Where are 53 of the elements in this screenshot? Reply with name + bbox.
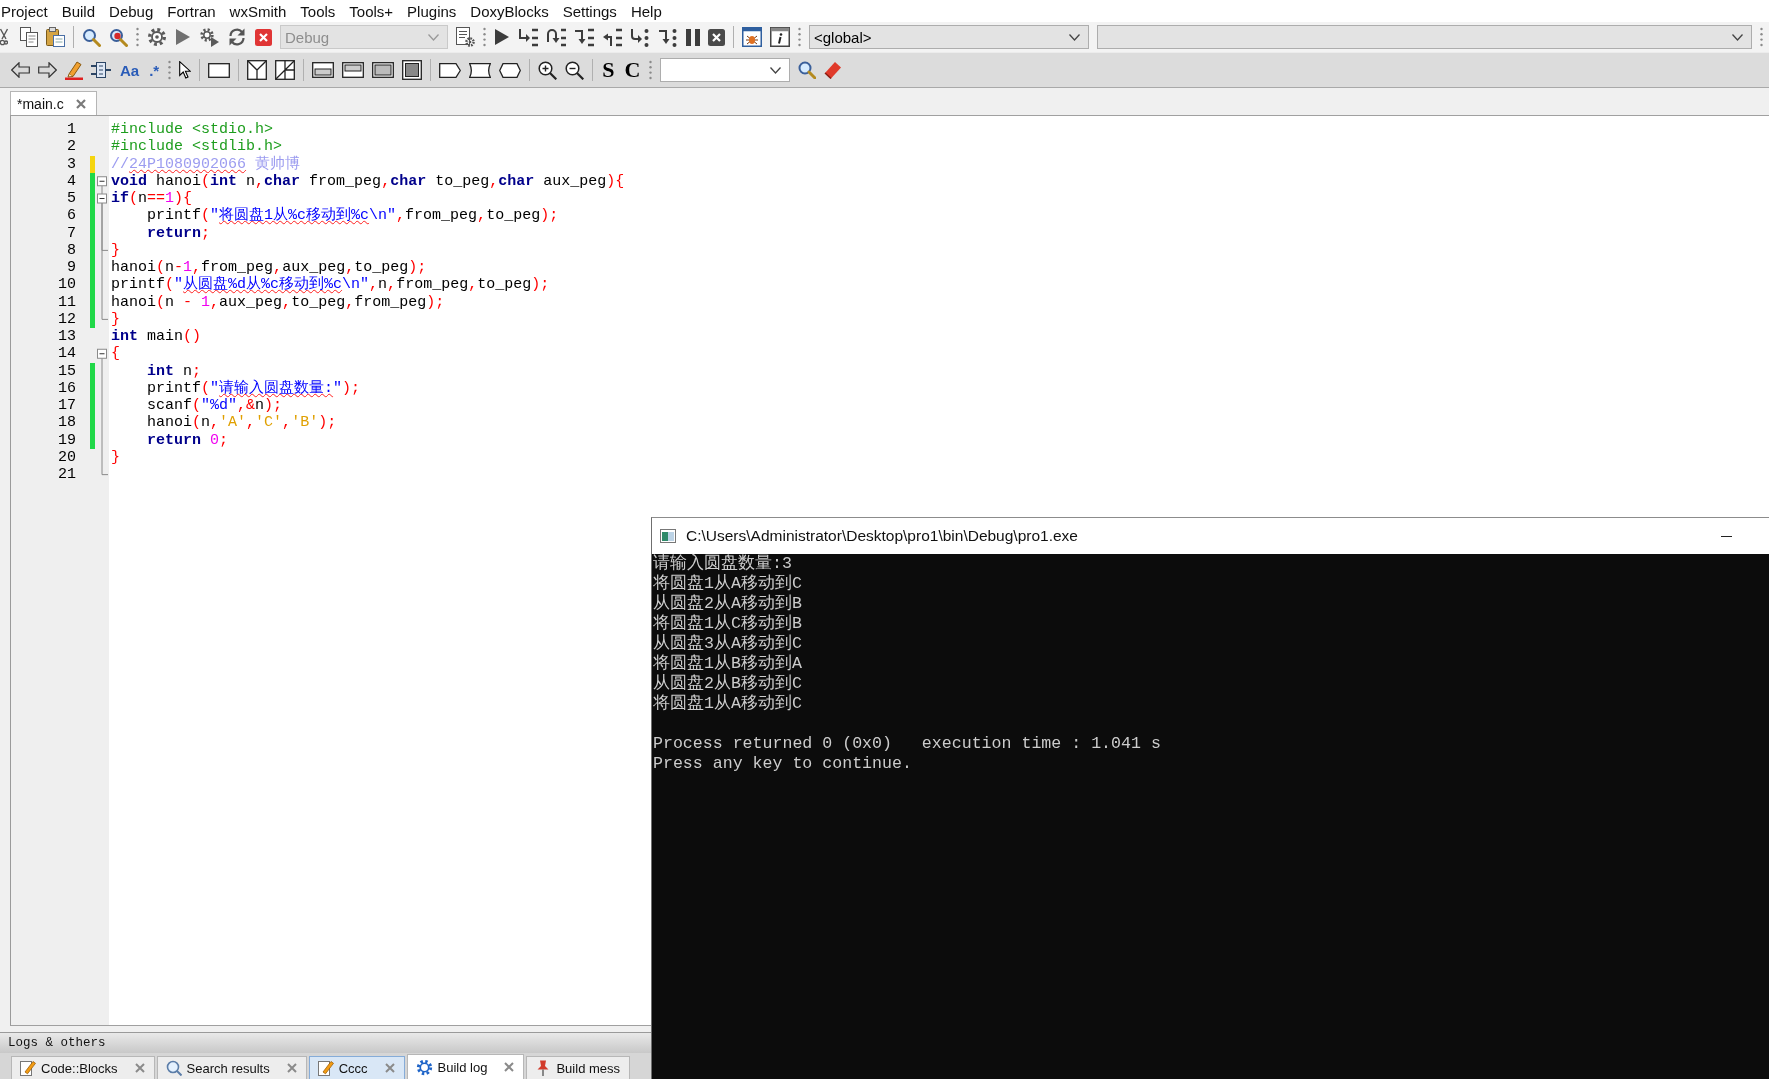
code-line: } — [111, 448, 120, 466]
code-line: return; — [146, 224, 211, 242]
code-line: scanf("%d",&n); — [146, 397, 283, 414]
console-line: 将圆盘1从A移动到C — [653, 574, 802, 594]
code-line: printf("将圆盘1从%c移动到%c\n",from_peg,to_peg); — [146, 207, 559, 225]
line-number: 3 — [67, 155, 76, 173]
line-number: 13 — [58, 328, 76, 345]
line-number: 20 — [58, 448, 76, 466]
console-line: Press any key to continue. — [653, 754, 912, 774]
console-line: 将圆盘1从A移动到C — [653, 694, 802, 714]
line-number: 7 — [67, 224, 76, 242]
console-line: 从圆盘2从B移动到C — [653, 674, 802, 694]
console-line: Process returned 0 (0x0) execution time : 1.041 s — [653, 734, 1161, 754]
line-number: 12 — [58, 310, 76, 328]
code-line: void hanoi(int n,char from_peg,char to_peg,char aux_peg){ — [111, 172, 625, 190]
line-number: 1 — [67, 121, 76, 138]
code-line: #include <stdio.h> — [111, 121, 274, 138]
window-title: C:\Users\Administrator\Desktop\pro1\bin\Debug\pro1.exe — [686, 527, 1078, 545]
code-line: #include <stdlib.h> — [111, 138, 283, 156]
line-number: 11 — [58, 293, 76, 311]
console-line: 从圆盘2从A移动到B — [653, 594, 802, 614]
line-number: 8 — [67, 241, 76, 259]
line-number: 2 — [67, 138, 76, 156]
line-number: 21 — [58, 466, 76, 483]
code-line: printf("请输入圆盘数量:"); — [146, 379, 361, 397]
code-line: { — [111, 345, 120, 363]
code-line: //24P1080902066 黄帅博 — [111, 155, 301, 173]
line-number: 15 — [58, 362, 76, 380]
code-line: } — [111, 310, 120, 328]
console-line: 将圆盘1从B移动到A — [653, 654, 802, 674]
code-line: hanoi(n,'A','C','B'); — [146, 414, 337, 432]
line-number: 19 — [58, 431, 76, 449]
line-number: 17 — [58, 397, 76, 414]
console-line: 请输入圆盘数量:3 — [653, 554, 792, 574]
line-number: 10 — [58, 276, 76, 294]
line-number: 9 — [67, 259, 76, 276]
line-number: 16 — [58, 379, 76, 397]
code-line: if(n==1){ — [111, 190, 193, 207]
line-number: 14 — [58, 345, 76, 363]
code-line: hanoi(n - 1,aux_peg,to_peg,from_peg); — [111, 293, 445, 311]
console-line: 从圆盘3从A移动到C — [653, 634, 802, 654]
console-line: 将圆盘1从C移动到B — [653, 614, 802, 634]
line-number: 6 — [67, 207, 76, 225]
panel-title: Logs & others — [8, 1036, 106, 1050]
line-number: 4 — [67, 172, 76, 190]
code-line: return 0; — [146, 431, 229, 449]
line-number: 5 — [67, 190, 76, 207]
code-line: int main() — [111, 328, 202, 345]
code-line: } — [111, 241, 120, 259]
code-line: printf("从圆盘%d从%c移动到%c\n",n,from_peg,to_peg); — [111, 276, 550, 294]
line-number: 18 — [58, 414, 76, 432]
code-line: int n; — [146, 362, 202, 380]
code-line: hanoi(n-1,from_peg,aux_peg,to_peg); — [111, 259, 427, 276]
